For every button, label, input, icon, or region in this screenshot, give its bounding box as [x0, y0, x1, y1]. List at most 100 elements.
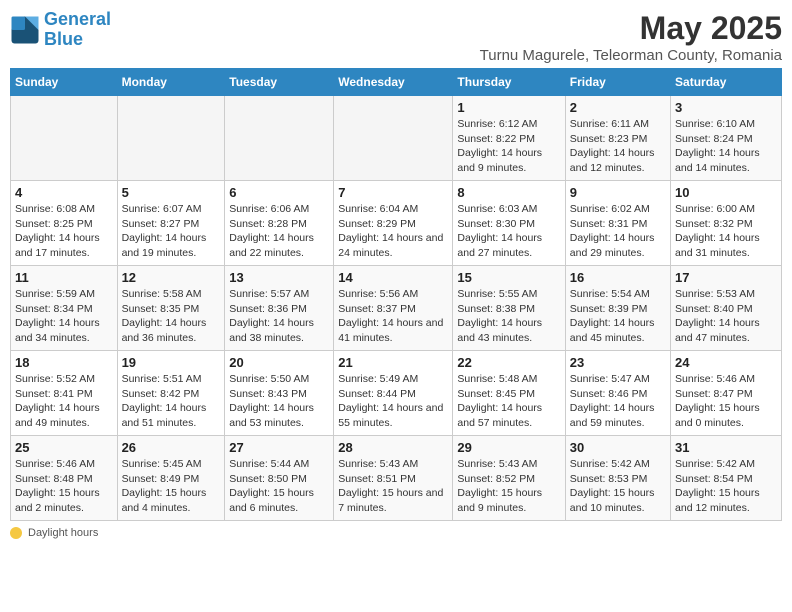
day-number: 10: [675, 185, 777, 200]
footer: Daylight hours: [10, 527, 782, 539]
day-info: Sunrise: 5:58 AM Sunset: 8:35 PM Dayligh…: [122, 287, 221, 346]
day-info: Sunrise: 5:57 AM Sunset: 8:36 PM Dayligh…: [229, 287, 329, 346]
day-info: Sunrise: 5:46 AM Sunset: 8:48 PM Dayligh…: [15, 457, 113, 516]
day-number: 9: [570, 185, 666, 200]
calendar-cell: 3 Sunrise: 6:10 AM Sunset: 8:24 PM Daylig…: [671, 96, 782, 181]
day-number: 21: [338, 355, 448, 370]
day-info: Sunrise: 6:04 AM Sunset: 8:29 PM Dayligh…: [338, 202, 448, 261]
day-number: 29: [457, 440, 560, 455]
day-info: Sunrise: 6:02 AM Sunset: 8:31 PM Dayligh…: [570, 202, 666, 261]
week-row-3: 11Sunrise: 5:59 AM Sunset: 8:34 PM Dayli…: [11, 266, 782, 351]
day-info: Sunrise: 5:54 AM Sunset: 8:39 PM Dayligh…: [570, 287, 666, 346]
day-number: 31: [675, 440, 777, 455]
day-info: Sunrise: 5:47 AM Sunset: 8:46 PM Dayligh…: [570, 372, 666, 431]
week-row-4: 18 Sunrise: 5:52 AM Sunset: 8:41 PM Dayli…: [11, 351, 782, 436]
day-info: Sunrise: 5:44 AM Sunset: 8:50 PM Dayligh…: [229, 457, 329, 516]
day-info: Sunrise: 5:55 AM Sunset: 8:38 PM Dayligh…: [457, 287, 560, 346]
day-number: 23: [570, 355, 666, 370]
day-number: 7: [338, 185, 448, 200]
column-header-saturday: Saturday: [671, 69, 782, 96]
calendar-cell: [334, 96, 453, 181]
day-info: Sunrise: 5:48 AM Sunset: 8:45 PM Dayligh…: [457, 372, 560, 431]
day-info: Sunrise: 6:12 AM Sunset: 8:22 PM Dayligh…: [457, 117, 560, 176]
day-number: 2: [570, 100, 666, 115]
day-info: Sunrise: 5:43 AM Sunset: 8:51 PM Dayligh…: [338, 457, 448, 516]
main-title: May 2025: [480, 10, 782, 47]
calendar-cell: 4 Sunrise: 6:08 AM Sunset: 8:25 PM Daylig…: [11, 181, 118, 266]
day-number: 3: [675, 100, 777, 115]
day-number: 18: [15, 355, 113, 370]
calendar-cell: 20Sunrise: 5:50 AM Sunset: 8:43 PM Dayli…: [225, 351, 334, 436]
day-number: 15: [457, 270, 560, 285]
calendar-cell: 31 Sunrise: 5:42 AM Sunset: 8:54 PM Dayli…: [671, 436, 782, 521]
calendar-body: 1 Sunrise: 6:12 AM Sunset: 8:22 PM Daylig…: [11, 96, 782, 521]
calendar-table: SundayMondayTuesdayWednesdayThursdayFrid…: [10, 68, 782, 521]
calendar-cell: 30Sunrise: 5:42 AM Sunset: 8:53 PM Dayli…: [565, 436, 670, 521]
logo-line2: Blue: [44, 29, 83, 49]
day-info: Sunrise: 6:11 AM Sunset: 8:23 PM Dayligh…: [570, 117, 666, 176]
day-info: Sunrise: 5:46 AM Sunset: 8:47 PM Dayligh…: [675, 372, 777, 431]
day-info: Sunrise: 5:45 AM Sunset: 8:49 PM Dayligh…: [122, 457, 221, 516]
day-info: Sunrise: 6:03 AM Sunset: 8:30 PM Dayligh…: [457, 202, 560, 261]
logo-line1: General: [44, 9, 111, 29]
title-section: May 2025 Turnu Magurele, Teleorman Count…: [480, 10, 782, 64]
week-row-2: 4 Sunrise: 6:08 AM Sunset: 8:25 PM Daylig…: [11, 181, 782, 266]
day-info: Sunrise: 5:59 AM Sunset: 8:34 PM Dayligh…: [15, 287, 113, 346]
day-info: Sunrise: 6:10 AM Sunset: 8:24 PM Dayligh…: [675, 117, 777, 176]
column-header-monday: Monday: [117, 69, 225, 96]
day-number: 4: [15, 185, 113, 200]
calendar-cell: 6Sunrise: 6:06 AM Sunset: 8:28 PM Daylig…: [225, 181, 334, 266]
day-number: 20: [229, 355, 329, 370]
column-header-thursday: Thursday: [453, 69, 565, 96]
day-number: 8: [457, 185, 560, 200]
calendar-cell: [11, 96, 118, 181]
calendar-cell: 17 Sunrise: 5:53 AM Sunset: 8:40 PM Dayli…: [671, 266, 782, 351]
day-number: 30: [570, 440, 666, 455]
calendar-cell: 28 Sunrise: 5:43 AM Sunset: 8:51 PM Dayli…: [334, 436, 453, 521]
calendar-cell: 2 Sunrise: 6:11 AM Sunset: 8:23 PM Daylig…: [565, 96, 670, 181]
calendar-cell: 26Sunrise: 5:45 AM Sunset: 8:49 PM Dayli…: [117, 436, 225, 521]
day-info: Sunrise: 6:08 AM Sunset: 8:25 PM Dayligh…: [15, 202, 113, 261]
day-number: 28: [338, 440, 448, 455]
calendar-cell: 18 Sunrise: 5:52 AM Sunset: 8:41 PM Dayli…: [11, 351, 118, 436]
day-info: Sunrise: 5:52 AM Sunset: 8:41 PM Dayligh…: [15, 372, 113, 431]
calendar-cell: 23 Sunrise: 5:47 AM Sunset: 8:46 PM Dayli…: [565, 351, 670, 436]
calendar-cell: 14Sunrise: 5:56 AM Sunset: 8:37 PM Dayli…: [334, 266, 453, 351]
week-row-1: 1 Sunrise: 6:12 AM Sunset: 8:22 PM Daylig…: [11, 96, 782, 181]
logo-icon: [10, 15, 40, 45]
day-info: Sunrise: 5:53 AM Sunset: 8:40 PM Dayligh…: [675, 287, 777, 346]
calendar-cell: 21 Sunrise: 5:49 AM Sunset: 8:44 PM Dayli…: [334, 351, 453, 436]
day-info: Sunrise: 5:51 AM Sunset: 8:42 PM Dayligh…: [122, 372, 221, 431]
day-number: 1: [457, 100, 560, 115]
calendar-header-row: SundayMondayTuesdayWednesdayThursdayFrid…: [11, 69, 782, 96]
calendar-cell: 1 Sunrise: 6:12 AM Sunset: 8:22 PM Daylig…: [453, 96, 565, 181]
subtitle: Turnu Magurele, Teleorman County, Romani…: [480, 47, 782, 64]
day-number: 24: [675, 355, 777, 370]
day-number: 14: [338, 270, 448, 285]
day-info: Sunrise: 5:43 AM Sunset: 8:52 PM Dayligh…: [457, 457, 560, 516]
day-number: 17: [675, 270, 777, 285]
day-number: 16: [570, 270, 666, 285]
day-info: Sunrise: 5:42 AM Sunset: 8:54 PM Dayligh…: [675, 457, 777, 516]
day-info: Sunrise: 5:49 AM Sunset: 8:44 PM Dayligh…: [338, 372, 448, 431]
calendar-cell: [117, 96, 225, 181]
calendar-cell: 7 Sunrise: 6:04 AM Sunset: 8:29 PM Daylig…: [334, 181, 453, 266]
day-number: 25: [15, 440, 113, 455]
calendar-cell: 9 Sunrise: 6:02 AM Sunset: 8:31 PM Daylig…: [565, 181, 670, 266]
calendar-cell: 15 Sunrise: 5:55 AM Sunset: 8:38 PM Dayli…: [453, 266, 565, 351]
day-number: 13: [229, 270, 329, 285]
calendar-cell: 27 Sunrise: 5:44 AM Sunset: 8:50 PM Dayli…: [225, 436, 334, 521]
day-number: 5: [122, 185, 221, 200]
calendar-cell: 11Sunrise: 5:59 AM Sunset: 8:34 PM Dayli…: [11, 266, 118, 351]
calendar-cell: 8 Sunrise: 6:03 AM Sunset: 8:30 PM Daylig…: [453, 181, 565, 266]
day-number: 22: [457, 355, 560, 370]
day-info: Sunrise: 6:06 AM Sunset: 8:28 PM Dayligh…: [229, 202, 329, 261]
day-number: 27: [229, 440, 329, 455]
day-number: 12: [122, 270, 221, 285]
calendar-cell: [225, 96, 334, 181]
calendar-cell: 16 Sunrise: 5:54 AM Sunset: 8:39 PM Dayli…: [565, 266, 670, 351]
day-info: Sunrise: 6:07 AM Sunset: 8:27 PM Dayligh…: [122, 202, 221, 261]
page-header: General Blue May 2025 Turnu Magurele, Te…: [10, 10, 782, 64]
column-header-tuesday: Tuesday: [225, 69, 334, 96]
calendar-cell: 12 Sunrise: 5:58 AM Sunset: 8:35 PM Dayli…: [117, 266, 225, 351]
